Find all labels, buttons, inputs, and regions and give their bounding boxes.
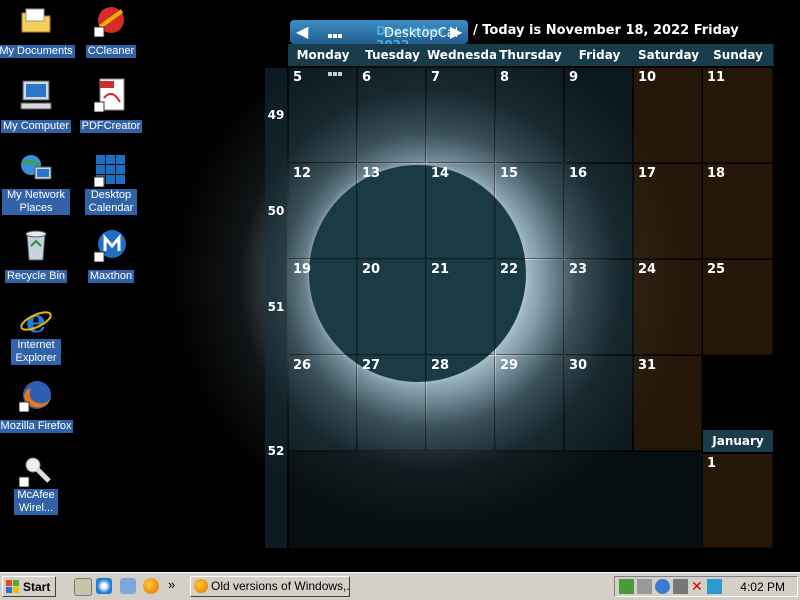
today-text: / Today is November 18, 2022 Friday: [473, 23, 739, 38]
calendar-app-label: DesktopCal: [384, 26, 459, 41]
day-header-saturday: Saturday: [634, 44, 704, 66]
ccleaner-icon: [93, 3, 128, 38]
taskbar-button-firefox[interactable]: Old versions of Windows,...: [190, 576, 350, 597]
firefox-quicklaunch-icon[interactable]: [143, 578, 159, 594]
day-cell[interactable]: 15: [496, 164, 564, 259]
desktop-icon-internet-explorer[interactable]: e Internet Explorer: [0, 302, 75, 365]
taskbar-button-label: Old versions of Windows,...: [211, 579, 350, 593]
day-header-wednesday: Wednesday: [427, 44, 497, 66]
day-header-monday: Monday: [288, 44, 359, 66]
day-cell[interactable]: 31: [634, 356, 702, 451]
desktop-icon-my-computer[interactable]: My Computer: [0, 78, 75, 133]
calendar-empty-row: [289, 452, 703, 548]
usb-tray-icon[interactable]: [673, 579, 688, 594]
day-cell[interactable]: 20: [358, 260, 426, 355]
desktop-icon-mcafee-wireless[interactable]: McAfee Wirel...: [0, 453, 75, 515]
show-desktop-icon[interactable]: [74, 578, 92, 596]
quicklaunch-more[interactable]: »: [168, 577, 175, 592]
desktop-icon-maxthon[interactable]: Maxthon: [72, 228, 150, 283]
day-cell[interactable]: 10: [634, 68, 702, 163]
week-number: 49: [267, 108, 285, 122]
desktop-icon-my-documents[interactable]: My Documents: [0, 3, 75, 58]
day-cell[interactable]: 9: [565, 68, 633, 163]
day-cell[interactable]: 21: [427, 260, 495, 355]
start-button[interactable]: Start: [2, 576, 56, 597]
pdf-icon: [93, 78, 128, 113]
start-label: Start: [23, 580, 51, 594]
desktop-icon-mozilla-firefox[interactable]: Mozilla Firefox: [0, 378, 75, 433]
calendar-grid-icon[interactable]: [328, 24, 344, 76]
day-cell[interactable]: 23: [565, 260, 633, 355]
svg-text:e: e: [26, 303, 46, 337]
day-header-tuesday: Tuesday: [358, 44, 428, 66]
disconnected-icon[interactable]: ✕: [691, 579, 706, 594]
previous-month-icon[interactable]: ◀: [296, 22, 308, 41]
day-header-friday: Friday: [565, 44, 635, 66]
desktop-calendar-widget: ◀ December 2022 DesktopCal ▶ / Today is …: [265, 20, 775, 548]
desktop-icon-pdfcreator[interactable]: PDFCreator: [72, 78, 150, 133]
day-cell[interactable]: 22: [496, 260, 564, 355]
week-number: 52: [267, 444, 285, 458]
clock[interactable]: 4:02 PM: [740, 580, 785, 594]
day-cell[interactable]: 5: [289, 68, 357, 163]
day-cell[interactable]: 19: [289, 260, 357, 355]
taskbar: Start » Old versions of Windows,... ✕ 4:…: [0, 572, 800, 600]
week-number: 51: [267, 300, 285, 314]
day-cell[interactable]: 8: [496, 68, 564, 163]
day-cell[interactable]: 12: [289, 164, 357, 259]
day-cell[interactable]: 11: [703, 68, 773, 163]
day-cell[interactable]: 14: [427, 164, 495, 259]
next-month-header: January: [703, 430, 773, 452]
desktop-icon-my-network-places[interactable]: My Network Places: [0, 153, 75, 215]
day-cell[interactable]: 1: [703, 454, 773, 548]
computer-icon: [19, 78, 53, 112]
day-cell[interactable]: 18: [703, 164, 773, 259]
mcafee-icon: [18, 453, 53, 488]
day-cell[interactable]: 13: [358, 164, 426, 259]
firefox-icon: [18, 378, 53, 413]
desktop-icon-recycle-bin[interactable]: Recycle Bin: [0, 228, 75, 283]
desktop-icon-ccleaner[interactable]: CCleaner: [72, 3, 150, 58]
day-cell[interactable]: 16: [565, 164, 633, 259]
calendar-nav-bar: ◀ December 2022 DesktopCal ▶: [290, 20, 468, 76]
day-cell[interactable]: 24: [634, 260, 702, 355]
firefox-icon: [194, 579, 208, 593]
day-cell[interactable]: 25: [703, 260, 773, 355]
day-cell[interactable]: 30: [565, 356, 633, 451]
maxthon-icon: [93, 228, 128, 263]
day-header-sunday: Sunday: [703, 44, 774, 66]
volume-icon[interactable]: [637, 579, 652, 594]
windows-flag-icon: [6, 580, 20, 594]
day-cell[interactable]: 29: [496, 356, 564, 451]
recycle-bin-icon: [19, 228, 53, 262]
day-cell[interactable]: 17: [634, 164, 702, 259]
day-cell[interactable]: 26: [289, 356, 357, 451]
desktop-icon-desktop-calendar[interactable]: Desktop Calendar: [72, 153, 150, 215]
ie-icon: e: [19, 302, 53, 340]
day-cell[interactable]: 6: [358, 68, 426, 163]
day-header-thursday: Thursday: [496, 44, 566, 66]
next-month-icon[interactable]: ▶: [450, 22, 462, 41]
network-icon: [19, 153, 53, 187]
day-cell[interactable]: 7: [427, 68, 495, 163]
calendar-icon: [93, 153, 128, 188]
ie-quicklaunch-icon[interactable]: [96, 578, 112, 594]
update-tray-icon[interactable]: [655, 579, 670, 594]
week-number: 50: [267, 204, 285, 218]
calendar-tray-icon[interactable]: [707, 579, 722, 594]
network-tray-icon[interactable]: [619, 579, 634, 594]
day-cell[interactable]: 28: [427, 356, 495, 451]
windows-explorer-icon[interactable]: [120, 578, 136, 594]
system-tray: ✕ 4:02 PM: [614, 576, 798, 597]
day-cell[interactable]: 27: [358, 356, 426, 451]
folder-icon: [19, 3, 53, 37]
